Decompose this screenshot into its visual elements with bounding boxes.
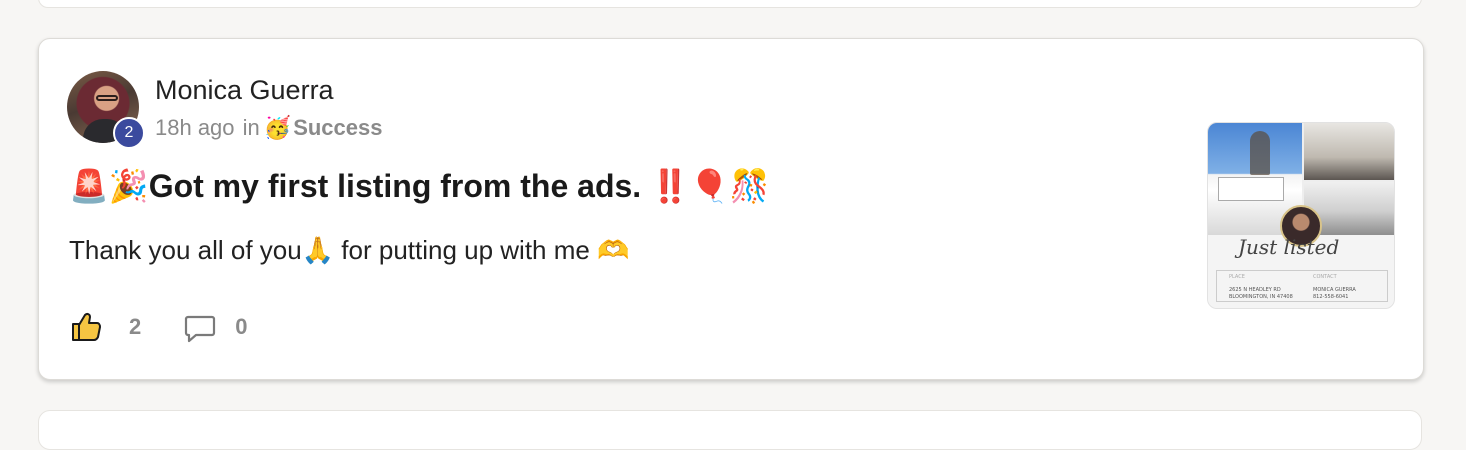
category-emoji-icon: 🥳 — [263, 115, 292, 140]
like-icon[interactable] — [69, 310, 103, 344]
level-badge: 2 — [113, 117, 145, 149]
place-label: PLACE — [1229, 274, 1245, 280]
like-count: 2 — [129, 314, 142, 339]
post-image-thumbnail[interactable]: Just listed PLACE 2625 N HEADLEY RD BLOO… — [1207, 122, 1395, 309]
post-actions: 2 0 — [69, 309, 248, 345]
previous-post-card — [38, 0, 1422, 8]
next-post-card — [38, 410, 1422, 450]
comment-icon[interactable] — [183, 310, 217, 344]
author-avatar[interactable]: 2 — [67, 71, 145, 149]
post-card[interactable]: 2 Monica Guerra 18h ago in 🥳Success 🚨🎉Got… — [38, 38, 1424, 380]
post-time: 18h ago — [155, 115, 235, 140]
just-listed-text: Just listed — [1238, 235, 1340, 259]
contact-phone: 812-558-6041 — [1313, 294, 1349, 300]
comment-count: 0 — [235, 314, 248, 339]
author-name[interactable]: Monica Guerra — [155, 75, 334, 106]
listing-info-box: PLACE 2625 N HEADLEY RD BLOOMINGTON, IN … — [1216, 270, 1388, 302]
place-city: BLOOMINGTON, IN 47408 — [1229, 294, 1293, 300]
contact-label: CONTACT — [1313, 274, 1337, 280]
post-title[interactable]: 🚨🎉Got my first listing from the ads. ‼️🎈… — [69, 167, 770, 205]
living-room-photo — [1304, 123, 1394, 180]
post-meta: 18h ago in 🥳Success — [155, 115, 382, 141]
post-body: Thank you all of you🙏 for putting up wit… — [69, 235, 630, 265]
place-address: 2625 N HEADLEY RD — [1229, 287, 1281, 293]
in-label: in — [242, 115, 260, 140]
comment-button[interactable]: 0 — [183, 310, 248, 344]
contact-name: MONICA GUERRA — [1313, 287, 1356, 293]
category-link[interactable]: Success — [293, 115, 382, 140]
